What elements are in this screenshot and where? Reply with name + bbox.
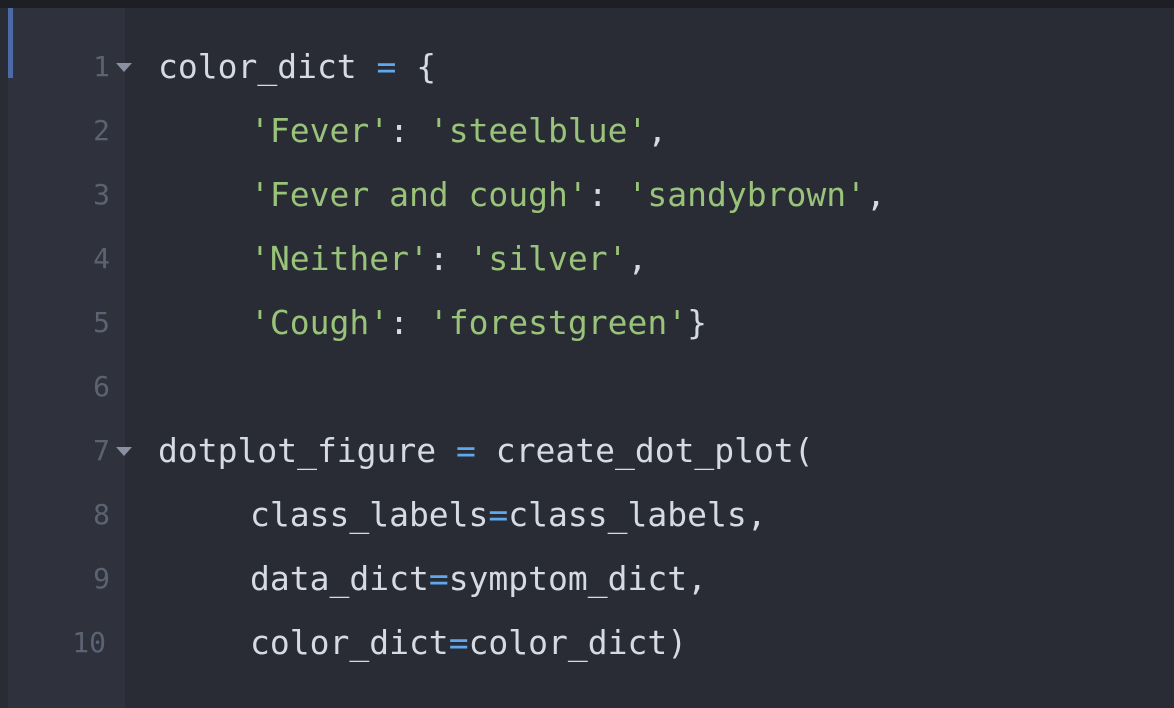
code-line[interactable]: 9 data_dict=symptom_dict, [0, 547, 1174, 611]
code-line[interactable]: 1 color_dict = { [0, 35, 1174, 99]
code-text: dotplot_figure = create_dot_plot( [158, 419, 814, 483]
code-text: data_dict=symptom_dict, [158, 547, 707, 611]
code-token: color_dict [250, 623, 449, 662]
code-text: 'Cough': 'forestgreen'} [158, 291, 707, 355]
line-number: 3 [93, 178, 110, 211]
code-token: color_dict [158, 47, 377, 86]
code-token: dotplot_figure [158, 431, 457, 470]
code-token: { [396, 47, 437, 86]
line-number: 9 [93, 562, 110, 595]
code-token: , [865, 175, 886, 214]
code-line[interactable]: 5 'Cough': 'forestgreen'} [0, 291, 1174, 355]
operator-token: = [448, 623, 469, 662]
code-token: data_dict [250, 559, 429, 598]
code-token: , [627, 239, 648, 278]
line-number: 1 [93, 50, 110, 83]
code-line[interactable]: 10 color_dict=color_dict) [0, 611, 1174, 675]
line-number: 4 [93, 242, 110, 275]
operator-token: = [456, 431, 476, 470]
code-text: class_labels=class_labels, [158, 483, 767, 547]
string-token: 'forestgreen' [428, 303, 688, 342]
fold-arrow-icon[interactable] [116, 63, 132, 72]
editor-top-border [0, 0, 1174, 8]
line-number: 8 [93, 498, 110, 531]
code-token: } [687, 303, 707, 342]
line-number: 7 [93, 434, 110, 467]
line-number: 6 [93, 370, 110, 403]
line-number: 2 [93, 114, 110, 147]
code-token: color_dict) [468, 623, 688, 662]
operator-token: = [488, 495, 509, 534]
code-text: color_dict = { [158, 35, 436, 99]
operator-token: = [376, 47, 397, 86]
operator-token: = [428, 559, 449, 598]
line-number: 10 [72, 626, 106, 659]
string-token: 'silver' [468, 239, 628, 278]
code-line[interactable]: 3 'Fever and cough': 'sandybrown', [0, 163, 1174, 227]
string-token: 'sandybrown' [627, 175, 866, 214]
code-token: : [428, 239, 469, 278]
code-text: 'Neither': 'silver', [158, 227, 647, 291]
string-token: 'steelblue' [428, 111, 648, 150]
code-token: : [389, 111, 429, 150]
code-line[interactable]: 4 'Neither': 'silver', [0, 227, 1174, 291]
string-token: 'Fever' [250, 111, 390, 150]
code-token: , [647, 111, 668, 150]
code-token: : [389, 303, 429, 342]
code-line[interactable]: 7 dotplot_figure = create_dot_plot( [0, 419, 1174, 483]
fold-arrow-icon[interactable] [116, 447, 132, 456]
code-line[interactable]: 8 class_labels=class_labels, [0, 483, 1174, 547]
code-token: class_labels [250, 495, 489, 534]
code-line[interactable]: 6 [0, 355, 1174, 419]
code-line[interactable]: 2 'Fever': 'steelblue', [0, 99, 1174, 163]
string-token: 'Neither' [250, 239, 429, 278]
code-token: create_dot_plot( [475, 431, 814, 470]
code-text: 'Fever and cough': 'sandybrown', [158, 163, 886, 227]
code-token: symptom_dict, [448, 559, 707, 598]
string-token: 'Fever and cough' [250, 175, 588, 214]
code-text: color_dict=color_dict) [158, 611, 687, 675]
line-number: 5 [93, 306, 110, 339]
code-token: : [587, 175, 628, 214]
code-editor[interactable]: 1 color_dict = {2 'Fever': 'steelblue', 3 'F… [0, 0, 1174, 708]
code-text: 'Fever': 'steelblue', [158, 99, 667, 163]
string-token: 'Cough' [250, 303, 390, 342]
code-token: class_labels, [508, 495, 767, 534]
